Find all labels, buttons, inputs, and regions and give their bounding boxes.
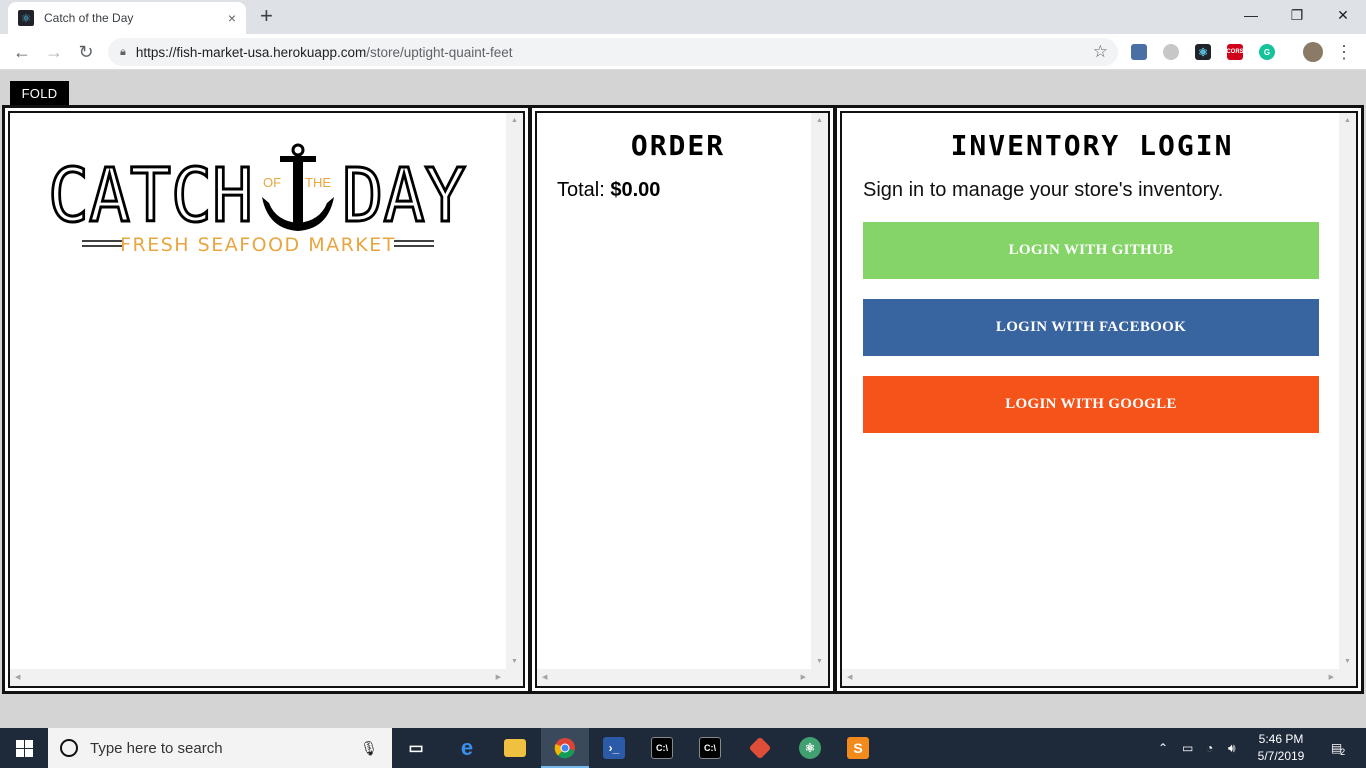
browser-toolbar: ← → ↻ 🔒︎ https://fish-market-usa.herokua… (0, 34, 1366, 70)
cortana-icon (60, 739, 78, 757)
minimize-window-button[interactable]: — (1228, 0, 1274, 30)
url-host: https://fish-market-usa.herokuapp.com (135, 44, 367, 60)
horizontal-scrollbar[interactable]: ◀ ▶ (537, 669, 828, 686)
logo-day-text: DAY (342, 153, 466, 239)
order-total: Total: $0.00 (557, 179, 660, 202)
task-view-icon[interactable]: ▭ (392, 728, 440, 768)
file-explorer-icon[interactable] (491, 728, 539, 768)
grammarly-icon[interactable]: G (1259, 44, 1275, 60)
fold-label: FOLD (10, 81, 69, 105)
edge-browser-icon[interactable]: e (443, 728, 491, 768)
notification-count: 2 (1340, 747, 1346, 757)
catch-of-the-day-logo: CATCH OF THE DAY FRESH SEAFOOD MARKET (48, 143, 468, 256)
inventory-login-title: INVENTORY LOGIN (950, 129, 1234, 162)
inventory-panel-inner: INVENTORY LOGIN Sign in to manage your s… (840, 111, 1358, 688)
tab-title: Catch of the Day (44, 11, 134, 25)
close-tab-icon[interactable]: × (228, 10, 236, 26)
login-github-button[interactable]: LOGIN WITH GITHUB (863, 222, 1319, 279)
terminal-icon[interactable]: C:\ (686, 728, 734, 768)
login-google-button[interactable]: LOGIN WITH GOOGLE (863, 376, 1319, 433)
windows-logo-icon (15, 739, 33, 757)
order-panel-inner: ORDER Total: $0.00 ▲ ▼ ◀ ▶ (535, 111, 830, 688)
order-total-value: $0.00 (610, 179, 661, 201)
profile-avatar[interactable] (1303, 42, 1323, 62)
order-total-label: Total: (557, 179, 605, 201)
url-path: /store/uptight-quaint-feet (366, 44, 513, 60)
logo-catch-text: CATCH (48, 153, 253, 239)
windows-start-button[interactable] (0, 728, 48, 768)
notification-center-button[interactable]: ▤ 2 (1326, 728, 1350, 768)
reload-icon[interactable]: ↻ (74, 40, 98, 64)
show-hidden-icons-chevron-icon[interactable]: ⌃ (1158, 728, 1168, 768)
bookmark-star-icon[interactable]: ☆ (1093, 42, 1108, 62)
horizontal-scrollbar[interactable]: ◀ ▶ (10, 669, 523, 686)
battery-icon[interactable]: ▭ (1182, 728, 1193, 768)
vertical-scrollbar[interactable]: ▲ ▼ (1339, 113, 1356, 669)
address-bar[interactable]: 🔒︎ https://fish-market-usa.herokuapp.com… (108, 38, 1118, 66)
logo-the-text: THE (305, 175, 331, 190)
chrome-logo-icon (554, 738, 575, 759)
vertical-scrollbar[interactable]: ▲ ▼ (811, 113, 828, 669)
sublime-text-icon[interactable]: S (834, 728, 882, 768)
atom-editor-icon[interactable]: ⚛ (786, 728, 834, 768)
logo-of-text: OF (263, 175, 281, 190)
menu-kebab-icon[interactable]: ⋮ (1332, 40, 1356, 64)
microphone-icon[interactable]: 🎙︎ (360, 740, 378, 757)
wifi-icon[interactable]: ◔ (1206, 728, 1213, 768)
logo-tagline: FRESH SEAFOOD MARKET (120, 234, 396, 256)
extension-icon[interactable] (1131, 44, 1147, 60)
clock-time: 5:46 PM (1258, 732, 1304, 746)
taskbar-search-placeholder: Type here to search (90, 739, 223, 757)
powershell-icon[interactable]: ›_ (590, 728, 638, 768)
restore-window-button[interactable]: ❐ (1274, 0, 1320, 30)
url-text: https://fish-market-usa.herokuapp.com/st… (136, 45, 513, 60)
windows-taskbar: Type here to search 🎙︎ ▭ e ›_ C:\ C:\ ⚛ … (0, 728, 1366, 768)
react-devtools-icon[interactable]: ⚛ (1195, 44, 1211, 60)
volume-icon[interactable]: 🔊︎ (1228, 728, 1236, 768)
order-panel: ORDER Total: $0.00 ▲ ▼ ◀ ▶ (529, 105, 836, 694)
new-tab-button[interactable]: + (260, 5, 273, 27)
menu-panel: CATCH OF THE DAY FRESH SEAFOOD MARKET ▲ … (2, 105, 531, 694)
git-kraken-icon[interactable] (736, 728, 784, 768)
taskbar-search-box[interactable]: Type here to search 🎙︎ (48, 728, 392, 768)
browser-tabstrip: ⚛ Catch of the Day × + — ❐ ✕ (0, 0, 1366, 34)
horizontal-scrollbar[interactable]: ◀ ▶ (842, 669, 1356, 686)
inventory-subtitle: Sign in to manage your store's inventory… (863, 179, 1224, 201)
inventory-panel: INVENTORY LOGIN Sign in to manage your s… (834, 105, 1364, 694)
menu-panel-inner: CATCH OF THE DAY FRESH SEAFOOD MARKET ▲ … (8, 111, 525, 688)
chrome-taskbar-icon[interactable] (541, 728, 589, 768)
forward-arrow-icon[interactable]: → (42, 40, 66, 64)
cors-extension-icon[interactable]: CORS (1226, 44, 1244, 60)
order-title: ORDER (630, 129, 726, 162)
taskbar-clock[interactable]: 5:46 PM 5/7/2019 (1250, 731, 1312, 765)
extension-icon[interactable] (1163, 44, 1179, 60)
vertical-scrollbar[interactable]: ▲ ▼ (506, 113, 523, 669)
clock-date: 5/7/2019 (1257, 749, 1305, 763)
login-facebook-button[interactable]: LOGIN WITH FACEBOOK (863, 299, 1319, 356)
page-content: FOLD CATCH OF THE DAY FRESH SEAFOOD MARK… (0, 70, 1366, 698)
react-favicon-icon: ⚛ (18, 10, 34, 26)
terminal-icon[interactable]: C:\ (638, 728, 686, 768)
back-arrow-icon[interactable]: ← (10, 40, 34, 64)
lock-icon: 🔒︎ (120, 45, 126, 58)
browser-tab[interactable]: ⚛ Catch of the Day × (8, 2, 246, 34)
close-window-button[interactable]: ✕ (1320, 0, 1366, 30)
